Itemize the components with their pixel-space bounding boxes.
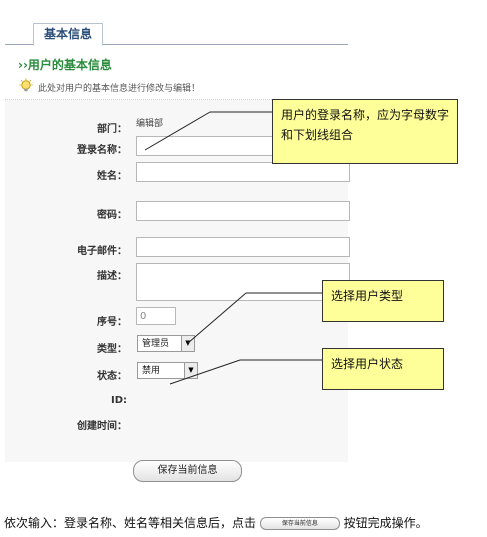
instruction-button-sample: 保存当前信息 bbox=[259, 517, 340, 530]
callout-leader-lines bbox=[144, 111, 322, 385]
instruction-text: 依次输入：登录名称、姓名等相关信息后，点击 保存当前信息 按钮完成操作。 bbox=[4, 514, 428, 531]
instruction-before: 依次输入：登录名称、姓名等相关信息后，点击 bbox=[4, 516, 257, 530]
login-name-callout: 用户的登录名称，应为字母数字和下划线组合 bbox=[272, 99, 458, 164]
status-callout: 选择用户状态 bbox=[322, 348, 444, 390]
type-callout: 选择用户类型 bbox=[322, 280, 444, 322]
instruction-after: 按钮完成操作。 bbox=[343, 516, 428, 530]
